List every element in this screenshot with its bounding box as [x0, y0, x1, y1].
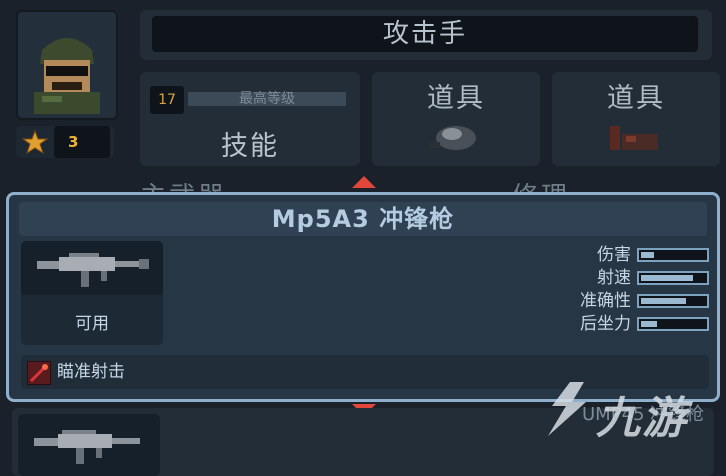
smg-icon	[37, 253, 149, 287]
weapon-title: Mp5A3 冲锋枪	[19, 202, 707, 236]
weapon-card[interactable]: Mp5A3 冲锋枪 可用 伤害 射速 准确性 后坐力 瞄准射击	[6, 192, 720, 402]
stat-bar	[637, 248, 709, 262]
character-name[interactable]: 攻击手	[152, 16, 698, 52]
grenade-icon	[430, 126, 476, 150]
weapon-icon-area	[21, 241, 163, 295]
stat-label: 射速	[597, 268, 631, 288]
aim-shot-icon	[27, 361, 51, 385]
availability-label: 可用	[75, 314, 109, 334]
star-count: 3	[54, 126, 110, 158]
name-panel: 攻击手	[140, 10, 712, 60]
level-badge: 17	[150, 86, 184, 114]
stat-fill	[641, 298, 686, 304]
skill-label: 技能	[221, 131, 279, 162]
stat-bar	[637, 317, 709, 331]
weapon-preview: 可用	[21, 241, 163, 345]
soldier-avatar-icon	[24, 20, 110, 114]
stat-row-recoil: 后坐力	[529, 313, 709, 335]
stat-bar	[637, 271, 709, 285]
arrow-up-icon[interactable]	[352, 176, 376, 188]
stat-fill	[641, 252, 654, 258]
level-caption: 最高等级	[188, 92, 346, 106]
ability-label: 瞄准射击	[57, 362, 125, 382]
star-icon	[22, 130, 48, 154]
stat-row-fire-rate: 射速	[529, 267, 709, 289]
explosive-icon	[610, 126, 658, 150]
weapon-stats: 伤害 射速 准确性 后坐力	[529, 244, 709, 336]
item-slot-label: 道具	[607, 83, 665, 114]
skill-panel[interactable]: 17 最高等级 技能	[140, 72, 360, 166]
character-portrait[interactable]	[16, 10, 118, 120]
smg-icon	[34, 430, 140, 464]
watermark-text: 九游	[596, 393, 688, 444]
item-slot-2[interactable]: 道具	[552, 72, 720, 166]
stat-fill	[641, 321, 657, 327]
stat-label: 后坐力	[580, 314, 631, 334]
stat-label: 伤害	[597, 245, 631, 265]
stat-bar	[637, 294, 709, 308]
stat-row-damage: 伤害	[529, 244, 709, 266]
stat-row-accuracy: 准确性	[529, 290, 709, 312]
star-rating: 3	[16, 126, 114, 158]
item-slot-label: 道具	[427, 83, 485, 114]
item-slot-1[interactable]: 道具	[372, 72, 540, 166]
stat-label: 准确性	[580, 291, 631, 311]
stat-fill	[641, 275, 693, 281]
watermark-logo-icon	[548, 382, 586, 436]
next-weapon-preview	[18, 414, 160, 476]
watermark: 九游	[540, 376, 720, 450]
